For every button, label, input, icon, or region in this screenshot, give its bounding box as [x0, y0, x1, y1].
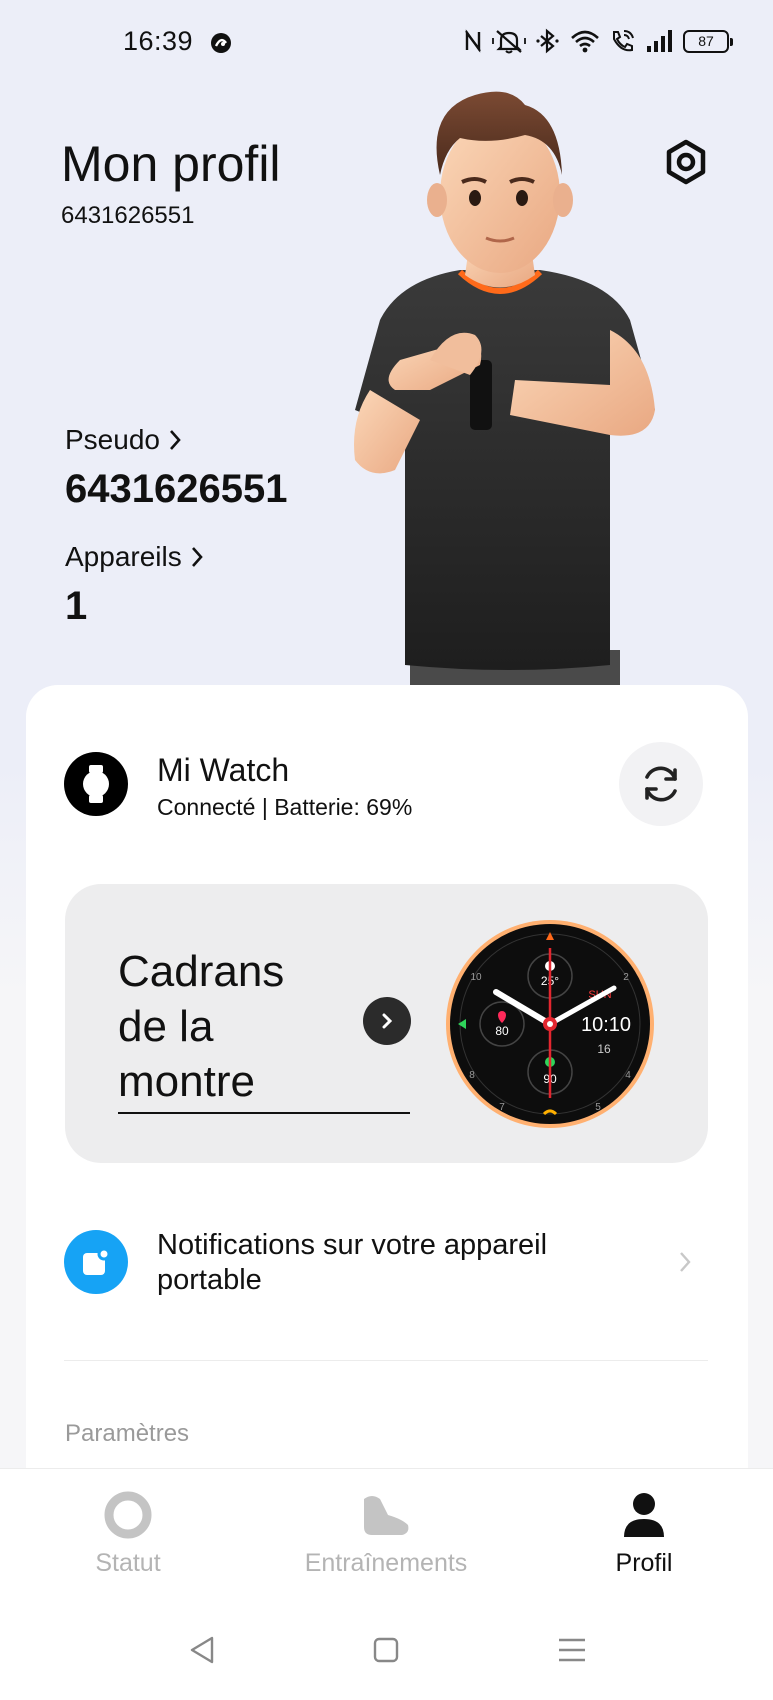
tab-workouts-label: Entraînements [304, 1549, 468, 1577]
device-name: Mi Watch [157, 752, 290, 788]
system-nav-bar [0, 1580, 773, 1700]
tab-status-label: Statut [95, 1549, 161, 1577]
nfc-icon [463, 28, 483, 54]
status-time: 16:39 [123, 26, 194, 56]
notifications-label: Notifications sur votre appareil portabl… [157, 1229, 548, 1296]
wifi-icon [570, 28, 600, 54]
date-value: 16 [597, 1042, 611, 1056]
sync-button[interactable] [619, 742, 703, 826]
home-square-icon [373, 1637, 399, 1663]
time-value: 10:10 [581, 1014, 631, 1036]
nickname-link[interactable]: Pseudo [65, 424, 182, 456]
section-label: Paramètres [65, 1420, 190, 1447]
watch-icon [64, 752, 128, 816]
devices-value: 1 [65, 584, 88, 628]
watchfaces-underline [118, 1112, 410, 1114]
menu-lines-icon [559, 1638, 585, 1662]
bluetooth-icon [535, 28, 561, 54]
menu-button[interactable] [552, 1630, 592, 1670]
signal-icon [646, 29, 674, 53]
app-notification-icon [209, 31, 233, 55]
shoe-icon [364, 1496, 409, 1535]
status-bar: 16:39 87 [0, 0, 773, 86]
notifications-row[interactable]: Notifications sur votre appareil portabl… [64, 1229, 704, 1300]
tab-workouts[interactable]: Entraînements [276, 1491, 496, 1578]
dial-number: 4 [625, 1070, 631, 1081]
device-status: Connecté | Batterie: 69% [157, 794, 413, 820]
arrow-right-icon[interactable] [363, 997, 411, 1045]
tab-profile-label: Profil [615, 1549, 673, 1577]
devices-link[interactable]: Appareils [65, 541, 204, 573]
status-ring-icon [104, 1491, 152, 1539]
chevron-right-icon [680, 1252, 691, 1272]
notification-icon [64, 1230, 128, 1294]
device-row[interactable]: Mi Watch Connecté | Batterie: 69% [64, 752, 704, 820]
devices-label: Appareils [65, 541, 182, 572]
chevron-right-icon [191, 547, 203, 567]
chevron-right-icon [169, 430, 181, 450]
dial-number: 10 [470, 972, 482, 983]
mute-icon [492, 28, 526, 54]
tab-status[interactable]: Statut [18, 1491, 238, 1578]
dial-number: 2 [623, 972, 629, 983]
heart-rate-value: 80 [495, 1024, 509, 1038]
back-triangle-icon [190, 1636, 214, 1664]
sync-icon [645, 766, 677, 802]
divider [64, 1360, 708, 1361]
home-button[interactable] [366, 1630, 406, 1670]
watchface-preview: 10 2 8 4 7 5 25° 80 90 SUN 10:10 16 [444, 918, 656, 1130]
watchfaces-title: Cadrans de la montre [118, 947, 285, 1106]
watchfaces-card[interactable]: Cadrans de la montre 10 2 8 4 7 5 80 10:… [65, 884, 708, 1163]
dial-number: 5 [595, 1102, 601, 1113]
battery-icon: 87 [683, 29, 733, 53]
dial-number: 7 [499, 1102, 505, 1113]
back-button[interactable] [182, 1630, 222, 1670]
nickname-value: 6431626551 [65, 467, 288, 511]
bottom-nav: Statut Entraînements Profil [0, 1468, 773, 1580]
status-icons: 87 [463, 26, 733, 56]
person-icon [624, 1493, 664, 1537]
tab-profile[interactable]: Profil [534, 1491, 754, 1578]
user-id: 6431626551 [61, 202, 195, 229]
wifi-calling-icon [609, 28, 637, 54]
page-title: Mon profil [61, 136, 281, 192]
nickname-label: Pseudo [65, 424, 160, 455]
dial-number: 8 [469, 1070, 475, 1081]
avatar-illustration [310, 90, 710, 690]
